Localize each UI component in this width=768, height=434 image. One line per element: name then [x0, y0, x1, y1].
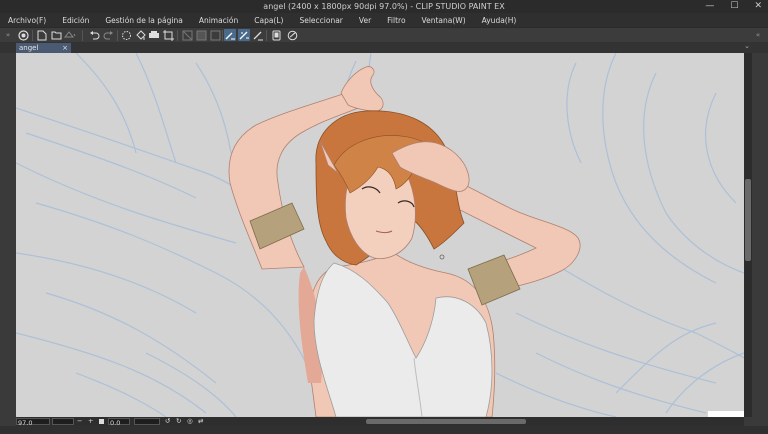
- web-icon[interactable]: [286, 29, 298, 41]
- reset-rotation-icon[interactable]: ◎: [187, 417, 193, 426]
- redo-icon[interactable]: [102, 29, 114, 41]
- snap-special-ruler-icon[interactable]: [252, 29, 264, 41]
- zoom-field[interactable]: 97.0: [16, 418, 50, 427]
- tab-close-icon[interactable]: ×: [62, 43, 68, 53]
- menu-gestion-pagina[interactable]: Gestión de la página: [97, 16, 190, 25]
- maximize-button[interactable]: ☐: [730, 0, 738, 13]
- navigator-bar: 97.0 − + 0.0 ↺ ↻ ◎ ⇄: [16, 417, 744, 427]
- bottom-dock: [0, 426, 768, 434]
- menu-edicion[interactable]: Edición: [54, 16, 97, 25]
- menu-bar: Archivo(F) Edición Gestión de la página …: [0, 13, 768, 27]
- menu-ver[interactable]: Ver: [351, 16, 379, 25]
- zoom-out-icon[interactable]: −: [77, 417, 82, 426]
- fit-icon[interactable]: [99, 419, 104, 424]
- artwork: [16, 53, 744, 417]
- tab-row: angel × ⌄: [0, 42, 768, 53]
- open-folder-icon[interactable]: [50, 29, 62, 41]
- clip-studio-icon[interactable]: [17, 29, 29, 41]
- print-icon[interactable]: [148, 29, 160, 41]
- rotate-right-icon[interactable]: ↻: [176, 417, 181, 426]
- rotation-field[interactable]: 0.0: [108, 418, 130, 427]
- menu-ayuda[interactable]: Ayuda(H): [474, 16, 525, 25]
- fill-selection-icon[interactable]: [209, 29, 221, 41]
- menu-ventana[interactable]: Ventana(W): [414, 16, 474, 25]
- vertical-scrollbar[interactable]: [744, 53, 752, 417]
- tablet-icon[interactable]: [270, 29, 282, 41]
- new-file-icon[interactable]: [36, 29, 48, 41]
- undo-icon[interactable]: [88, 29, 100, 41]
- gradient-icon[interactable]: [195, 29, 207, 41]
- left-dock: [0, 42, 16, 434]
- horizontal-scroll-thumb[interactable]: [366, 419, 526, 424]
- earring: [439, 254, 445, 260]
- rotate-left-icon[interactable]: ↺: [165, 417, 170, 426]
- close-button[interactable]: ✕: [754, 0, 762, 13]
- expand-left-icon[interactable]: »: [2, 29, 14, 41]
- menu-filtro[interactable]: Filtro: [379, 16, 413, 25]
- zoom-slider[interactable]: [52, 418, 74, 425]
- tab-angel[interactable]: angel ×: [16, 43, 71, 53]
- vertical-scroll-thumb[interactable]: [745, 179, 751, 261]
- clear-selection-icon[interactable]: [120, 29, 132, 41]
- zoom-in-icon[interactable]: +: [88, 417, 93, 426]
- flip-icon[interactable]: ⇄: [198, 417, 203, 426]
- snap-ruler-icon[interactable]: [224, 29, 236, 41]
- minimize-button[interactable]: —: [705, 0, 714, 13]
- menu-archivo[interactable]: Archivo(F): [0, 16, 54, 25]
- tab-menu-chevron-icon[interactable]: ⌄: [744, 42, 750, 50]
- expand-right-icon[interactable]: «: [752, 29, 764, 41]
- crop-icon[interactable]: [162, 29, 174, 41]
- window-title: angel (2400 x 1800px 90dpi 97.0%) - CLIP…: [263, 2, 505, 11]
- save-icon[interactable]: [64, 29, 76, 41]
- rotation-slider[interactable]: [134, 418, 160, 425]
- menu-animacion[interactable]: Animación: [191, 16, 246, 25]
- tab-label: angel: [19, 44, 39, 52]
- snap-grid-icon[interactable]: [238, 29, 250, 41]
- menu-capa[interactable]: Capa(L): [246, 16, 291, 25]
- title-bar: angel (2400 x 1800px 90dpi 97.0%) - CLIP…: [0, 0, 768, 13]
- transform-icon[interactable]: [181, 29, 193, 41]
- menu-seleccionar[interactable]: Seleccionar: [291, 16, 350, 25]
- drawing-canvas[interactable]: [16, 53, 744, 417]
- raised-hand: [340, 66, 384, 112]
- fill-bucket-icon[interactable]: [134, 29, 146, 41]
